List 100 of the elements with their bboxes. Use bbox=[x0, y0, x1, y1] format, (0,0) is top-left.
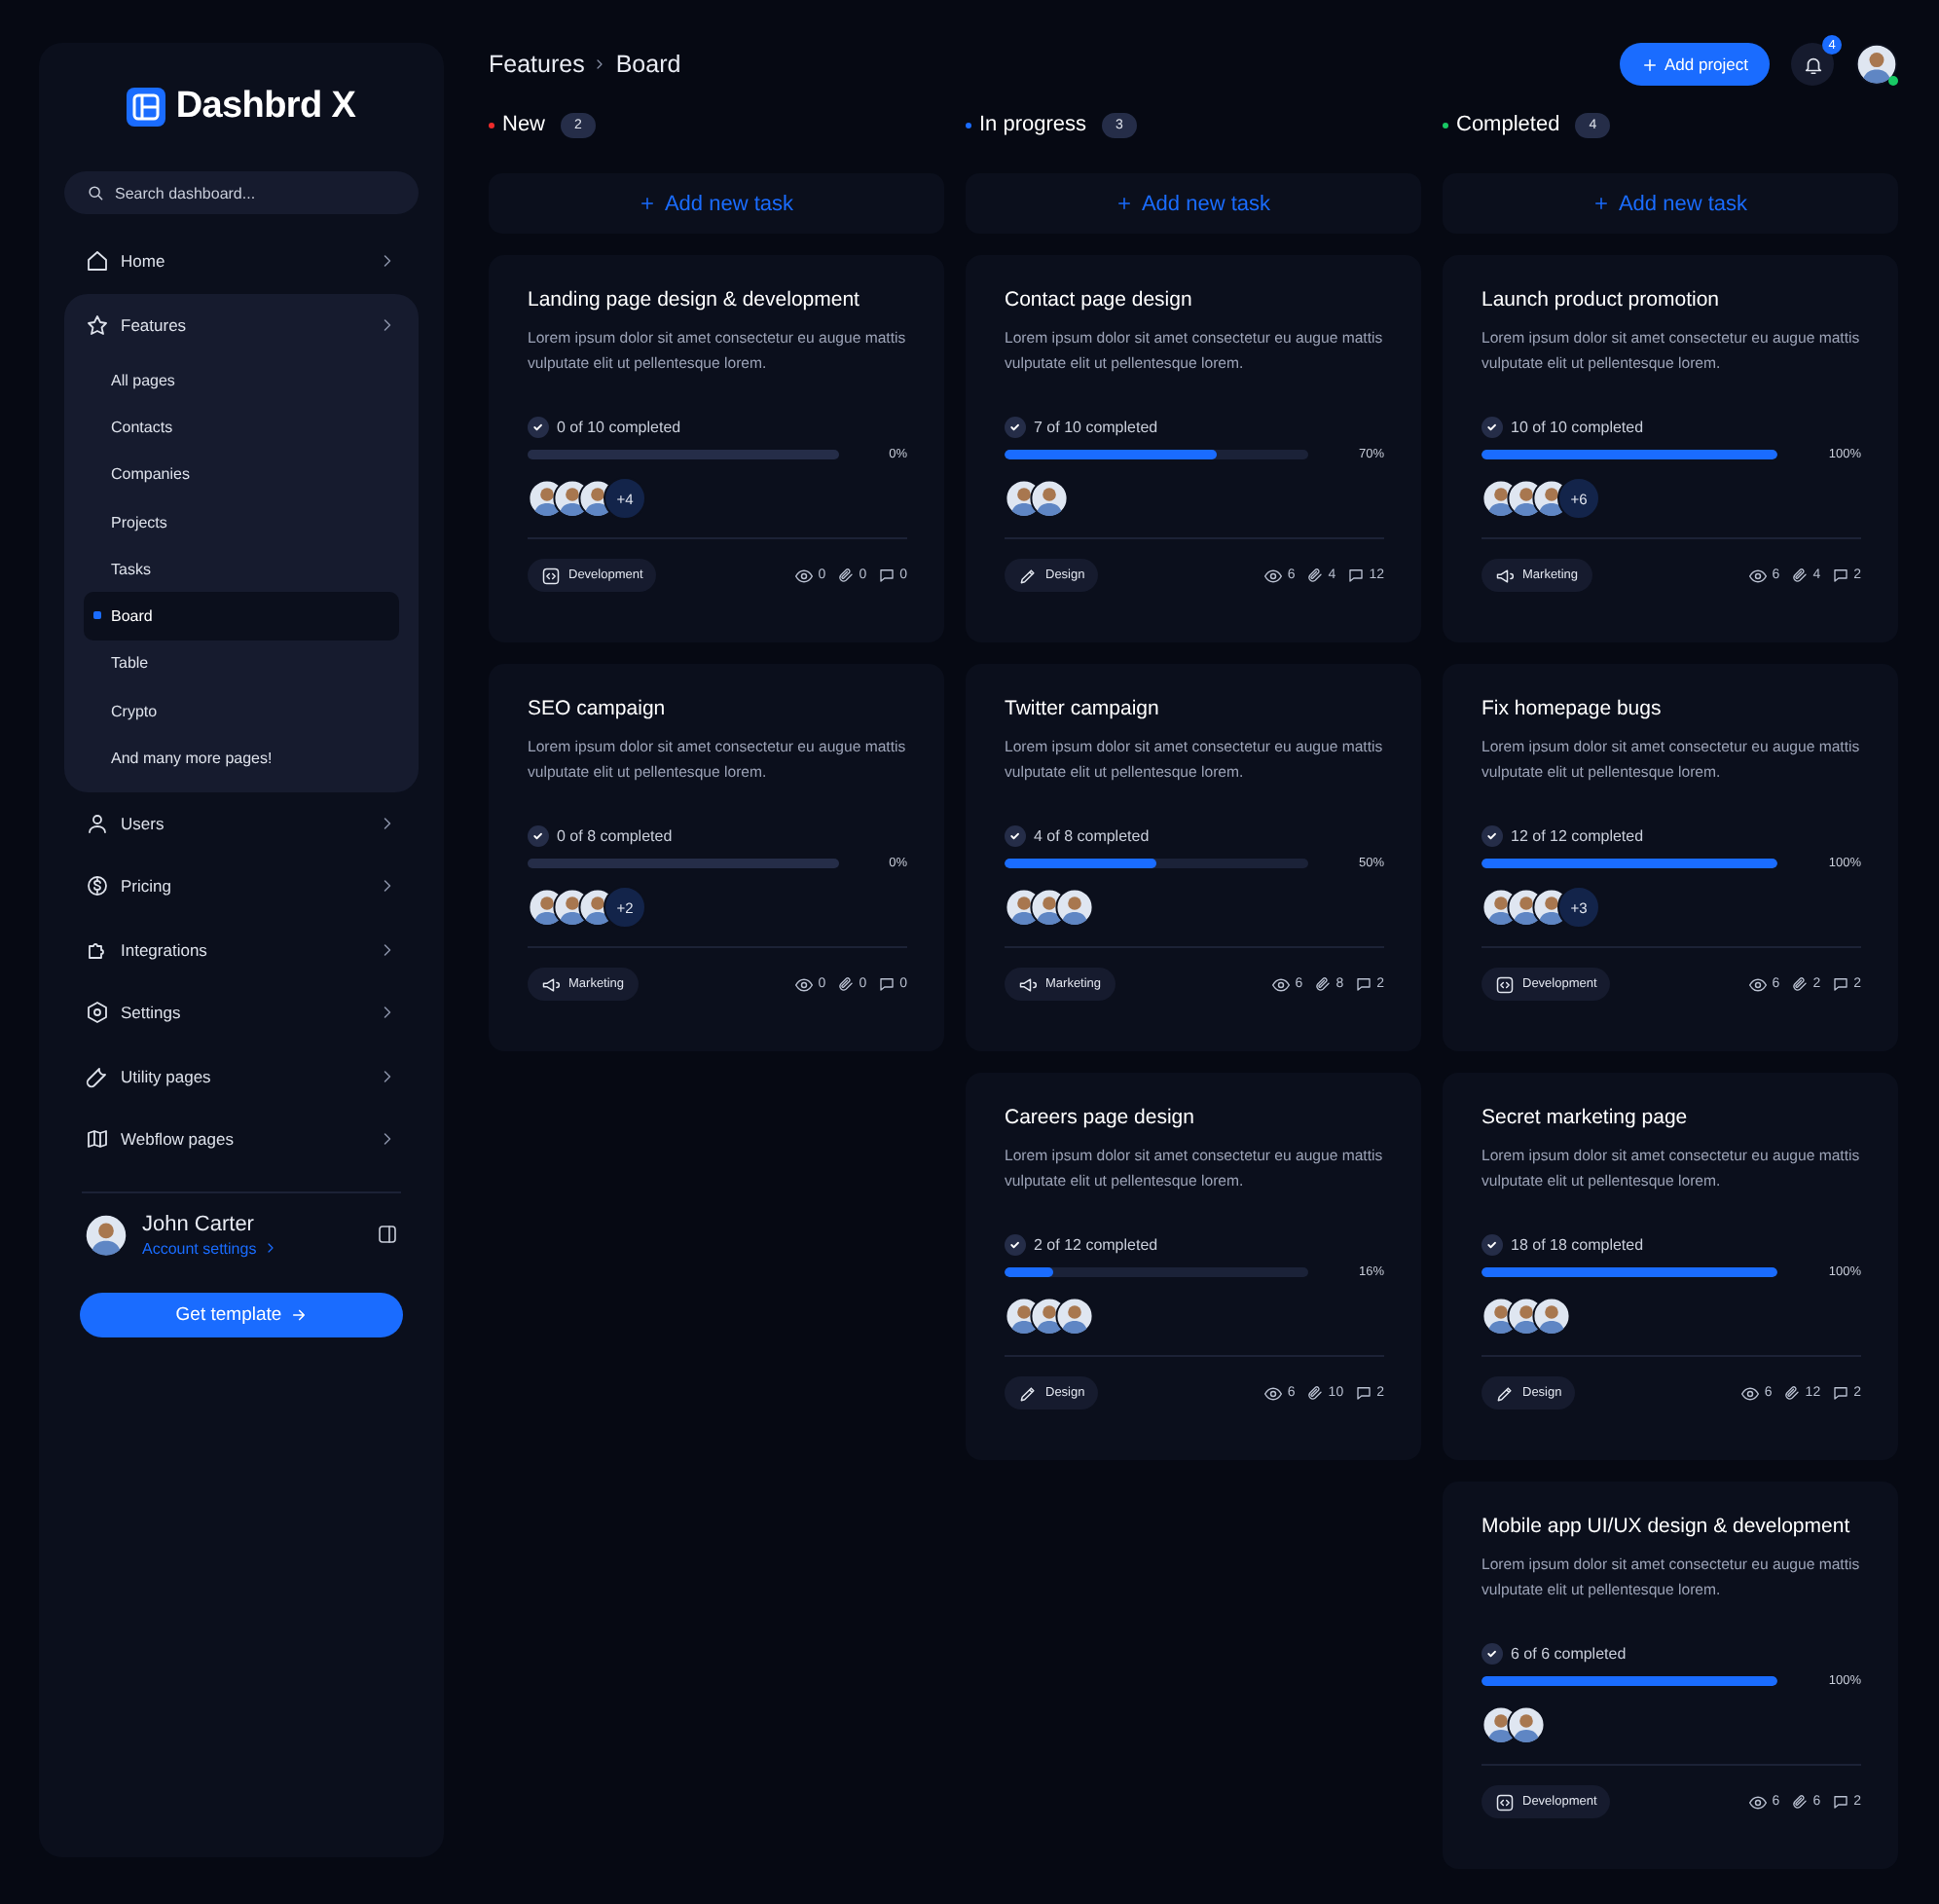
megaphone-icon bbox=[1018, 974, 1038, 994]
code-icon bbox=[1495, 1792, 1515, 1812]
check-icon bbox=[1005, 1234, 1026, 1256]
plus-icon bbox=[639, 195, 657, 212]
paperclip-icon bbox=[1306, 567, 1325, 584]
submenu-item[interactable]: All pages bbox=[84, 356, 399, 404]
progress-label: 12 of 12 completed bbox=[1511, 827, 1644, 845]
map-icon bbox=[86, 1127, 109, 1152]
task-title: Fix homepage bugs bbox=[1482, 697, 1664, 720]
progress-label: 0 of 8 completed bbox=[557, 827, 673, 845]
submenu-item[interactable]: Contacts bbox=[84, 403, 399, 452]
check-icon bbox=[1005, 825, 1026, 847]
plus-icon bbox=[1641, 55, 1659, 73]
task-title: Twitter campaign bbox=[1005, 697, 1161, 720]
arrow-icon bbox=[289, 1305, 308, 1324]
paperclip-icon bbox=[837, 567, 856, 584]
plus-icon bbox=[1592, 195, 1611, 212]
puzzle-icon bbox=[86, 937, 109, 962]
paperclip-icon bbox=[837, 975, 856, 993]
check-icon bbox=[1005, 417, 1026, 438]
user-icon bbox=[86, 811, 109, 835]
wrench-icon bbox=[86, 1064, 109, 1088]
add-task-button[interactable]: Add new task bbox=[489, 173, 944, 234]
comment-icon bbox=[1832, 567, 1850, 584]
task-title: Landing page design & development bbox=[528, 288, 861, 311]
pen-icon bbox=[1495, 1383, 1515, 1403]
nav-item[interactable]: Webflow pages bbox=[64, 1108, 419, 1172]
task-title: Careers page design bbox=[1005, 1106, 1196, 1129]
settings-icon bbox=[86, 1001, 109, 1025]
progress-label: 0 of 10 completed bbox=[557, 419, 681, 436]
breadcrumb-item[interactable]: Features bbox=[489, 51, 585, 78]
paperclip-icon bbox=[1306, 1384, 1325, 1402]
bell-icon bbox=[1802, 54, 1823, 75]
progress-label: 7 of 10 completed bbox=[1034, 419, 1158, 436]
eye-icon bbox=[1748, 974, 1769, 994]
avatar bbox=[1030, 479, 1069, 518]
submenu-item[interactable]: And many more pages! bbox=[84, 734, 399, 783]
submenu-item[interactable]: Projects bbox=[84, 497, 399, 546]
task-title: SEO campaign bbox=[528, 697, 668, 720]
progress-label: 4 of 8 completed bbox=[1034, 827, 1150, 845]
eye-icon bbox=[794, 974, 815, 994]
code-icon bbox=[1495, 974, 1515, 994]
avatar bbox=[84, 1212, 128, 1258]
comment-icon bbox=[1832, 975, 1850, 993]
eye-icon bbox=[1748, 566, 1769, 585]
account-settings-link[interactable]: Account settings bbox=[142, 1239, 257, 1258]
submenu-item[interactable]: Companies bbox=[84, 451, 399, 498]
code-icon bbox=[541, 566, 561, 585]
progress-label: 6 of 6 completed bbox=[1511, 1645, 1627, 1663]
nav-item[interactable]: Users bbox=[64, 791, 419, 856]
eye-icon bbox=[1748, 1792, 1769, 1812]
home-icon bbox=[86, 249, 109, 274]
eye-icon bbox=[794, 566, 815, 585]
comment-icon bbox=[1347, 567, 1366, 584]
nav-item[interactable]: Pricing bbox=[64, 855, 419, 919]
search-field[interactable]: Search dashboard... bbox=[64, 171, 419, 214]
eye-icon bbox=[1740, 1383, 1761, 1403]
eye-icon bbox=[1263, 1383, 1284, 1403]
task-title: Launch product promotion bbox=[1482, 288, 1721, 311]
get-template-button[interactable]: Get template bbox=[80, 1292, 403, 1337]
submenu-item[interactable]: Board bbox=[84, 592, 399, 641]
submenu-item[interactable]: Tasks bbox=[84, 545, 399, 593]
nav-item[interactable]: Home bbox=[64, 230, 419, 293]
add-task-button[interactable]: Add new task bbox=[966, 173, 1421, 234]
check-icon bbox=[528, 825, 549, 847]
eye-icon bbox=[1263, 566, 1284, 585]
add-task-button[interactable]: Add new task bbox=[1443, 173, 1898, 234]
user-name: John Carter bbox=[142, 1212, 256, 1236]
column-title: In progress bbox=[979, 113, 1087, 136]
avatar bbox=[1507, 1705, 1546, 1744]
paperclip-icon bbox=[1783, 1384, 1802, 1402]
dollar-icon bbox=[86, 874, 109, 898]
eye-icon bbox=[1271, 974, 1292, 994]
progress-label: 10 of 10 completed bbox=[1511, 419, 1644, 436]
avatar bbox=[1055, 888, 1094, 927]
megaphone-icon bbox=[541, 974, 561, 994]
task-title: Contact page design bbox=[1005, 288, 1194, 311]
progress-label: 18 of 18 completed bbox=[1511, 1236, 1644, 1254]
task-title: Mobile app UI/UX design & development bbox=[1482, 1515, 1852, 1538]
nav-item[interactable]: Utility pages bbox=[64, 1044, 419, 1109]
submenu-item[interactable]: Crypto bbox=[84, 687, 399, 735]
check-icon bbox=[1482, 1643, 1503, 1665]
star-icon bbox=[86, 312, 109, 337]
task-title: Secret marketing page bbox=[1482, 1106, 1690, 1129]
check-icon bbox=[528, 417, 549, 438]
bullet-icon bbox=[93, 611, 101, 620]
check-icon bbox=[1482, 417, 1503, 438]
nav-item[interactable]: Settings bbox=[64, 981, 419, 1045]
submenu-item[interactable]: Table bbox=[84, 640, 399, 688]
paperclip-icon bbox=[1791, 567, 1810, 584]
avatar bbox=[1532, 1297, 1571, 1336]
paperclip-icon bbox=[1314, 975, 1333, 993]
comment-icon bbox=[878, 975, 896, 993]
comment-icon bbox=[878, 567, 896, 584]
nav-item[interactable]: Integrations bbox=[64, 918, 419, 982]
nav-item[interactable]: Features bbox=[64, 293, 419, 356]
add-project-button[interactable]: Add project bbox=[1620, 43, 1770, 86]
progress-label: 2 of 12 completed bbox=[1034, 1236, 1158, 1254]
megaphone-icon bbox=[1495, 566, 1515, 585]
paperclip-icon bbox=[1791, 975, 1810, 993]
